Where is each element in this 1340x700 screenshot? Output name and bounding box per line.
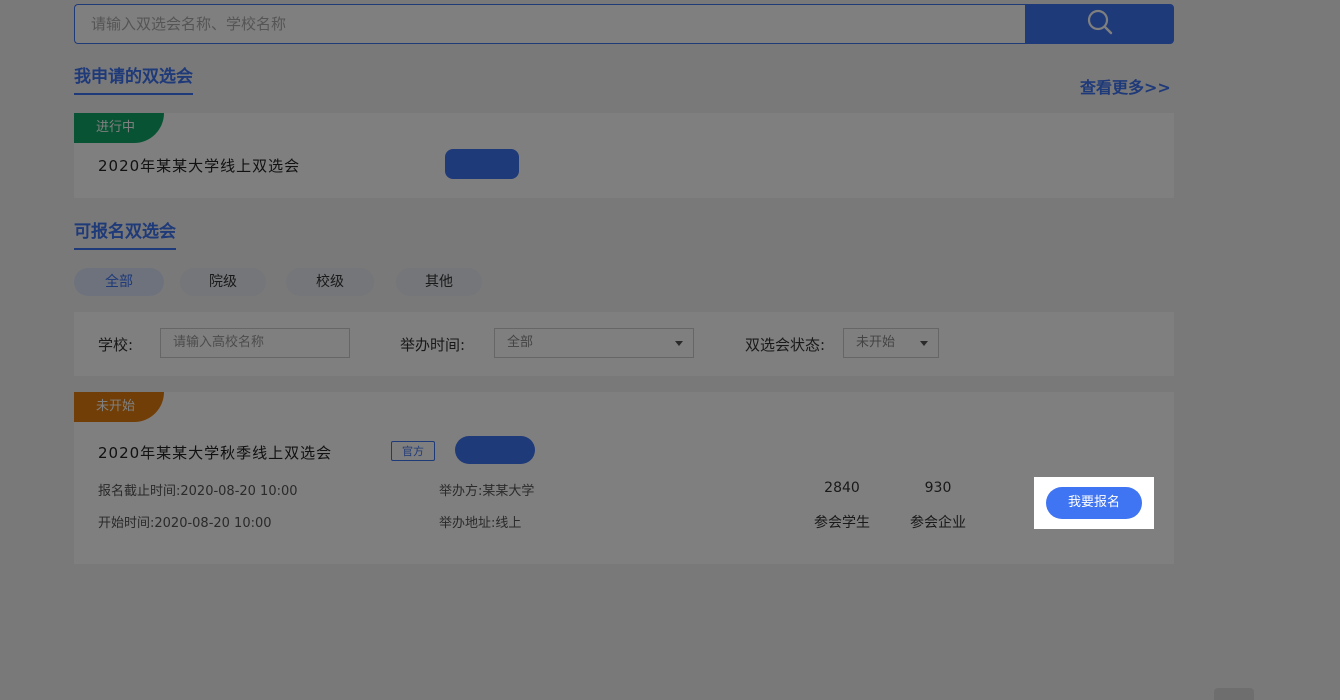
tab-all[interactable]: 全部 [74,268,164,296]
available-section-title: 可报名双选会 [74,217,176,250]
status-badge: 进行中 [74,113,164,143]
organizer: 举办方:某某大学 [439,484,535,499]
official-badge: 官方 [391,441,435,461]
search-icon [1086,8,1114,40]
signup-button[interactable]: 我要报名 [1046,487,1142,519]
status-select[interactable]: 未开始 [843,328,939,358]
tab-other[interactable]: 其他 [396,268,482,296]
chevron-down-icon [675,341,683,346]
status-label: 双选会状态: [745,336,826,354]
tab-department[interactable]: 院级 [180,268,266,296]
companies-label: 参会企业 [910,515,966,531]
search-bar: 请输入双选会名称、学校名称 [74,4,1174,44]
start-time: 开始时间:2020-08-20 10:00 [98,516,272,531]
fair-title[interactable]: 2020年某某大学秋季线上双选会 [98,442,332,463]
signup-highlight: 我要报名 [1034,477,1154,529]
filter-panel: 学校: 请输入高校名称 举办时间: 全部 双选会状态: 未开始 [74,312,1174,376]
page: 请输入双选会名称、学校名称 我申请的双选会 查看更多>> 进行中 2020年某某… [0,0,1340,700]
search-button[interactable] [1025,4,1174,44]
applied-fair-card[interactable]: 进行中 2020年某某大学线上双选会 [74,113,1174,198]
tag-badge [455,436,535,464]
time-label: 举办时间: [400,336,466,354]
companies-count: 930 [924,480,952,496]
search-input[interactable]: 请输入双选会名称、学校名称 [74,4,1041,44]
applied-section-title: 我申请的双选会 [74,62,193,95]
school-label: 学校: [98,336,134,354]
time-select[interactable]: 全部 [494,328,694,358]
signup-deadline: 报名截止时间:2020-08-20 10:00 [98,484,298,499]
students-label: 参会学生 [814,515,870,531]
time-select-value: 全部 [507,335,534,350]
address: 举办地址:线上 [439,516,522,531]
chevron-down-icon [920,341,928,346]
back-to-top-button[interactable] [1214,688,1254,700]
tab-school[interactable]: 校级 [286,268,374,296]
school-input[interactable]: 请输入高校名称 [160,328,350,358]
view-more-link[interactable]: 查看更多>> [1080,74,1171,98]
tag-badge [445,149,519,179]
fair-title[interactable]: 2020年某某大学线上双选会 [98,155,300,176]
fair-card[interactable]: 未开始 2020年某某大学秋季线上双选会 官方 报名截止时间:2020-08-2… [74,392,1174,564]
status-badge: 未开始 [74,392,164,422]
status-select-value: 未开始 [856,335,896,350]
students-count: 2840 [824,480,860,496]
